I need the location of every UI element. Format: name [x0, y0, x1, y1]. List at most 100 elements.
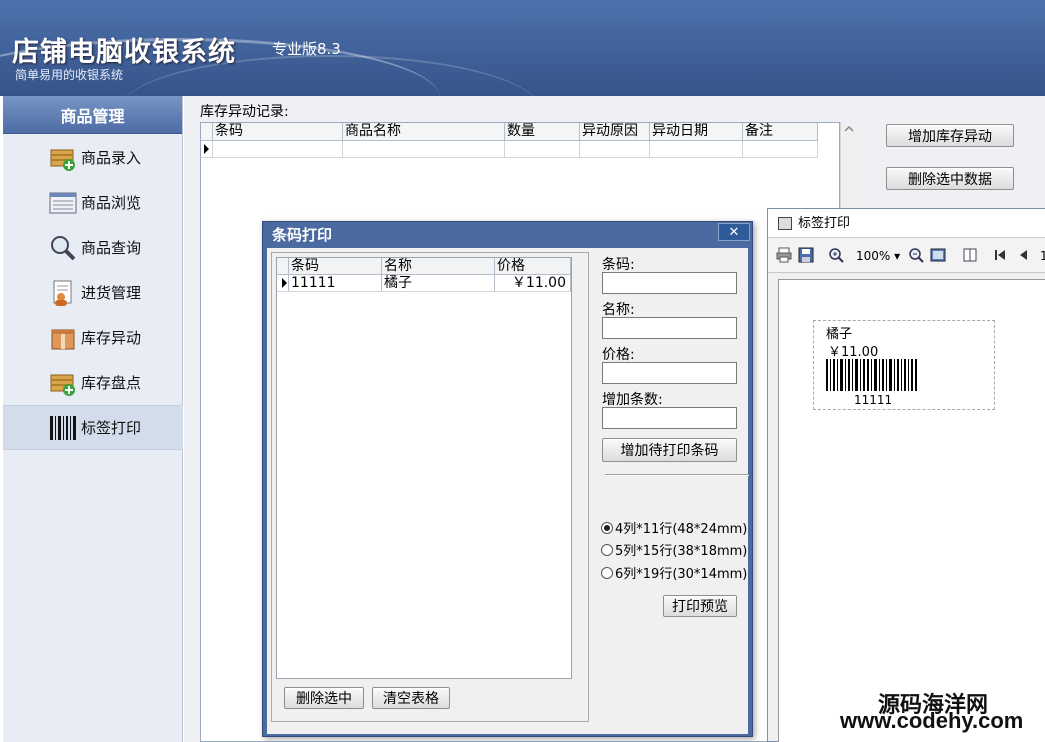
delete-selected-button[interactable]: 删除选中 [284, 687, 364, 709]
sidebar-item-stock-count[interactable]: 库存盘点 [3, 360, 183, 405]
sidebar-item-product-query[interactable]: 商品查询 [3, 225, 183, 270]
list-window-icon [49, 189, 77, 217]
layout-option-label: 5列*15行(38*18mm) [615, 544, 748, 559]
barcode-label: 条码: [602, 257, 635, 273]
sidebar-item-label-print[interactable]: 标签打印 [3, 405, 183, 450]
barcode-list-panel: 条码 名称 价格 11111 橘子 ￥11.00 删除选中 清空表格 [271, 252, 589, 722]
table-row[interactable]: 11111 橘子 ￥11.00 [277, 275, 571, 292]
sidebar-item-product-browse[interactable]: 商品浏览 [3, 180, 183, 225]
window-icon [778, 217, 792, 230]
dialog-title[interactable]: 条码打印 [263, 222, 752, 248]
row-pointer-icon [277, 275, 289, 291]
app-window: 店铺电脑收银系统 专业版8.3 简单易用的收银系统 商品管理 商品录入 商品浏览… [0, 0, 1045, 742]
column-header[interactable]: 异动日期 [650, 123, 743, 140]
sidebar-item-product-entry[interactable]: 商品录入 [3, 135, 183, 180]
barcode-input[interactable] [602, 272, 737, 294]
name-label: 名称: [602, 302, 635, 318]
sidebar-item-purchase[interactable]: 进货管理 [3, 270, 183, 315]
stock-change-records-label: 库存异动记录: [200, 104, 289, 120]
preview-title-text: 标签打印 [798, 216, 851, 231]
label-price: ￥11.00 [828, 345, 879, 360]
dialog-body: 条码 名称 价格 11111 橘子 ￥11.00 删除选中 清空表格 条码: 名… [267, 248, 749, 734]
first-page-icon[interactable] [992, 247, 1008, 263]
box-add-icon [49, 144, 77, 172]
radio-selected-icon[interactable] [601, 521, 613, 534]
column-header[interactable]: 条码 [289, 258, 382, 274]
price-cell[interactable]: ￥11.00 [495, 275, 571, 291]
sidebar-item-label: 商品浏览 [81, 194, 142, 212]
sidebar-item-stock-change[interactable]: 库存异动 [3, 315, 183, 360]
column-header[interactable]: 异动原因 [580, 123, 650, 140]
preview-toolbar: 100% ▾ 1 [768, 239, 1045, 273]
name-cell[interactable]: 橘子 [382, 275, 495, 291]
app-version: 专业版8.3 [272, 40, 341, 58]
layout-option-5col[interactable]: 5列*15行(38*18mm) [601, 540, 747, 559]
app-subtitle: 简单易用的收银系统 [15, 68, 124, 82]
sidebar-item-label: 库存异动 [81, 329, 142, 347]
row-header-cell [201, 123, 213, 140]
add-stock-change-button[interactable]: 增加库存异动 [886, 124, 1014, 147]
barcode-print-dialog: 条码打印 ✕ 条码 名称 价格 11111 橘子 ￥11.00 删除选中 清空表… [262, 221, 753, 737]
box-add-icon [49, 369, 77, 397]
sidebar-item-label: 商品查询 [81, 239, 142, 257]
sidebar: 商品管理 商品录入 商品浏览 商品查询 进货管理 库存异动 库存盘点 标签打印 [3, 96, 183, 742]
column-header[interactable]: 商品名称 [343, 123, 505, 140]
preview-title[interactable]: 标签打印 [768, 209, 1045, 238]
zoom-out-icon[interactable] [908, 247, 924, 263]
scroll-up-icon[interactable] [841, 122, 857, 136]
layout-option-label: 4列*11行(48*24mm) [615, 522, 748, 537]
radio-icon[interactable] [601, 566, 613, 579]
zoom-in-icon[interactable] [828, 247, 844, 263]
column-header[interactable]: 价格 [495, 258, 571, 274]
page-setup-icon[interactable] [962, 247, 978, 263]
print-icon[interactable] [776, 247, 792, 263]
column-header[interactable]: 名称 [382, 258, 495, 274]
table-cell[interactable] [650, 141, 743, 157]
table-cell[interactable] [213, 141, 343, 157]
divider [605, 474, 749, 476]
delete-selected-data-button[interactable]: 删除选中数据 [886, 167, 1014, 190]
save-icon[interactable] [798, 247, 814, 263]
barcode-cell[interactable]: 11111 [289, 275, 382, 291]
watermark-url: www.codehy.com [840, 708, 1024, 733]
table-header: 条码 名称 价格 [277, 258, 571, 275]
clear-table-button[interactable]: 清空表格 [372, 687, 450, 709]
count-label: 增加条数: [602, 392, 663, 408]
previous-page-icon[interactable] [1016, 247, 1032, 263]
fit-page-icon[interactable] [930, 247, 946, 263]
count-input[interactable] [602, 407, 737, 429]
table-row[interactable] [201, 141, 818, 158]
close-button[interactable]: ✕ [718, 223, 750, 241]
package-icon [49, 324, 77, 352]
column-header[interactable]: 条码 [213, 123, 343, 140]
table-cell[interactable] [580, 141, 650, 157]
price-input[interactable] [602, 362, 737, 384]
chevron-down-icon: ▾ [894, 249, 901, 263]
table-cell[interactable] [743, 141, 818, 157]
sidebar-item-label: 标签打印 [81, 419, 142, 437]
price-label: 价格: [602, 347, 635, 363]
table-cell[interactable] [343, 141, 505, 157]
print-preview-button[interactable]: 打印预览 [663, 595, 737, 617]
sidebar-header[interactable]: 商品管理 [3, 96, 182, 134]
barcode-graphic [826, 359, 917, 391]
column-header[interactable]: 备注 [743, 123, 818, 140]
sidebar-item-label: 进货管理 [81, 284, 142, 302]
layout-option-4col[interactable]: 4列*11行(48*24mm) [601, 518, 747, 537]
zoom-dropdown[interactable]: 100% ▾ [856, 249, 900, 263]
app-header: 店铺电脑收银系统 专业版8.3 简单易用的收银系统 [0, 0, 1045, 96]
name-input[interactable] [602, 317, 737, 339]
layout-option-6col[interactable]: 6列*19行(30*14mm) [601, 563, 747, 582]
app-title: 店铺电脑收银系统 [12, 37, 236, 68]
barcode-queue-table[interactable]: 条码 名称 价格 11111 橘子 ￥11.00 [276, 257, 572, 679]
label-barcode-number: 11111 [854, 393, 893, 407]
table-header: 条码 商品名称 数量 异动原因 异动日期 备注 [201, 123, 818, 141]
page-number[interactable]: 1 [1040, 249, 1045, 263]
column-header[interactable]: 数量 [505, 123, 580, 140]
row-pointer-icon [201, 141, 213, 157]
layout-option-label: 6列*19行(30*14mm) [615, 567, 748, 582]
add-pending-barcode-button[interactable]: 增加待打印条码 [602, 438, 737, 462]
radio-icon[interactable] [601, 543, 613, 556]
zoom-value: 100% [856, 249, 891, 263]
table-cell[interactable] [505, 141, 580, 157]
